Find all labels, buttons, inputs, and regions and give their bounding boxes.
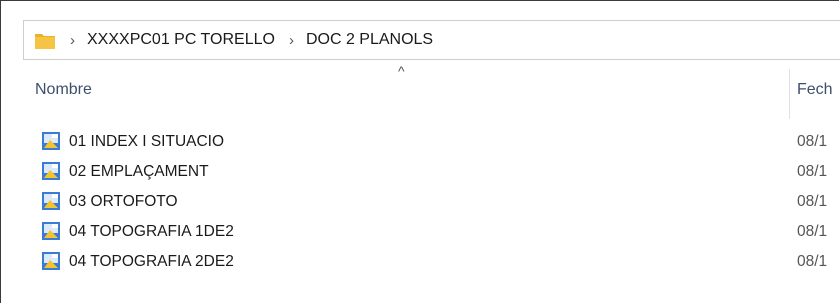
file-list: 01 INDEX I SITUACIO 08/1 02 EMPLAÇAMENT …	[23, 127, 840, 277]
sort-ascending-icon: ^	[398, 63, 405, 79]
column-divider[interactable]	[789, 69, 790, 119]
breadcrumb-item-doc-2-planols[interactable]: DOC 2 PLANOLS	[306, 31, 433, 49]
file-name: 03 ORTOFOTO	[69, 193, 178, 210]
file-row[interactable]: 01 INDEX I SITUACIO 08/1	[23, 127, 840, 157]
breadcrumb-separator: ›	[288, 31, 294, 49]
image-file-icon	[41, 161, 61, 181]
column-header: ^ Nombre Fech	[23, 61, 840, 121]
file-date: 08/1	[797, 133, 828, 150]
image-file-icon	[41, 191, 61, 211]
breadcrumb-item-pc-torello[interactable]: XXXXPC01 PC TORELLO	[87, 31, 275, 49]
explorer-window: › XXXXPC01 PC TORELLO › DOC 2 PLANOLS ^ …	[0, 0, 840, 303]
image-file-icon	[41, 221, 61, 241]
file-date: 08/1	[797, 253, 828, 270]
file-date: 08/1	[797, 223, 828, 240]
file-name: 04 TOPOGRAFIA 2DE2	[69, 253, 234, 270]
address-bar[interactable]: › XXXXPC01 PC TORELLO › DOC 2 PLANOLS	[23, 20, 840, 60]
file-row[interactable]: 04 TOPOGRAFIA 2DE2 08/1	[23, 247, 840, 277]
file-name: 01 INDEX I SITUACIO	[69, 133, 225, 150]
breadcrumb-separator: ›	[70, 31, 75, 49]
column-header-date[interactable]: Fech	[797, 81, 840, 99]
file-row[interactable]: 02 EMPLAÇAMENT 08/1	[23, 157, 840, 187]
file-name: 02 EMPLAÇAMENT	[69, 163, 209, 180]
file-name: 04 TOPOGRAFIA 1DE2	[69, 223, 234, 240]
image-file-icon	[41, 251, 61, 271]
file-row[interactable]: 04 TOPOGRAFIA 1DE2 08/1	[23, 217, 840, 247]
column-header-name[interactable]: Nombre	[35, 81, 92, 99]
image-file-icon	[41, 131, 61, 151]
file-date: 08/1	[797, 193, 828, 210]
file-date: 08/1	[797, 163, 828, 180]
file-row[interactable]: 03 ORTOFOTO 08/1	[23, 187, 840, 217]
folder-icon	[34, 29, 56, 51]
